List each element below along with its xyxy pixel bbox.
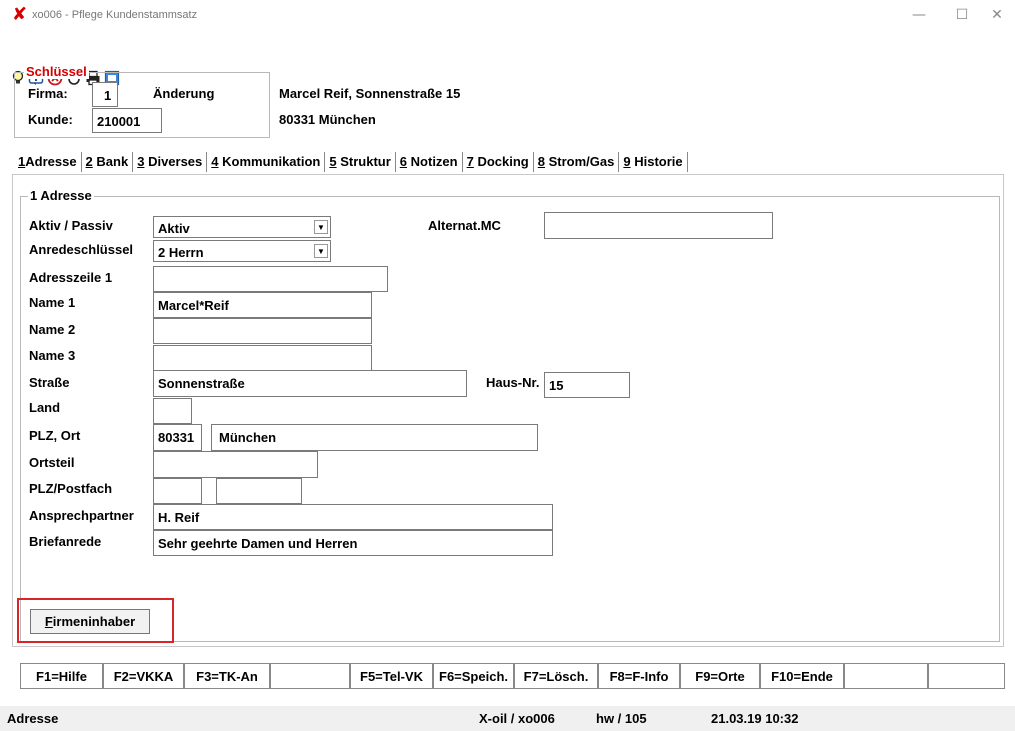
postfach-plz-field[interactable] <box>153 478 202 504</box>
tab-diverses[interactable]: 3 Diverses <box>133 152 208 172</box>
aktiv-passiv-value: Aktiv <box>158 221 190 236</box>
minimize-button[interactable]: — <box>904 4 934 26</box>
chevron-down-icon[interactable]: ▼ <box>314 220 328 234</box>
status-section: Adresse <box>7 711 59 726</box>
briefanrede-field[interactable]: Sehr geehrte Damen und Herren <box>153 530 553 556</box>
anrede-value: 2 Herrn <box>158 245 204 260</box>
f2-vkka-button[interactable]: F2=VKKA <box>103 663 184 689</box>
f9-orte-button[interactable]: F9=Orte <box>680 663 760 689</box>
alternat-mc-label: Alternat.MC <box>428 218 501 233</box>
name2-field[interactable] <box>153 318 372 344</box>
ortsteil-label: Ortsteil <box>29 455 75 470</box>
chevron-down-icon[interactable]: ▼ <box>314 244 328 258</box>
land-field[interactable] <box>153 398 192 424</box>
postfach-label: PLZ/Postfach <box>29 481 113 496</box>
window-title: xo006 - Pflege Kundenstammsatz <box>32 9 198 21</box>
f11-empty-button[interactable] <box>844 663 928 689</box>
alternat-mc-field[interactable] <box>544 212 773 239</box>
f10-exit-button[interactable]: F10=Ende <box>760 663 844 689</box>
maximize-button[interactable]: ☐ <box>947 4 977 26</box>
customer-name-address: Marcel Reif, Sonnenstraße 15 <box>279 86 461 101</box>
tab-kommunikation[interactable]: 4 Kommunikation <box>207 152 326 172</box>
f8-info-button[interactable]: F8=F-Info <box>598 663 680 689</box>
anrede-select[interactable]: 2 Herrn ▼ <box>153 240 331 262</box>
aktiv-passiv-label: Aktiv / Passiv <box>29 218 113 233</box>
firma-label: Firma: <box>28 86 68 101</box>
status-user: hw / 105 <box>596 711 647 726</box>
f1-help-button[interactable]: F1=Hilfe <box>20 663 103 689</box>
status-datetime: 21.03.19 10:32 <box>711 711 799 726</box>
tab-struktur[interactable]: 5 Struktur <box>325 152 396 172</box>
tab-strom-gas[interactable]: 8 Strom/Gas <box>534 152 620 172</box>
mode-label: Änderung <box>153 86 215 101</box>
firma-field[interactable]: 1 <box>92 82 118 107</box>
f7-delete-button[interactable]: F7=Lösch. <box>514 663 598 689</box>
aktiv-passiv-select[interactable]: Aktiv ▼ <box>153 216 331 238</box>
tab-adresse[interactable]: 1Adresse <box>18 152 82 172</box>
key-group-legend: Schlüssel <box>24 64 89 79</box>
hausnr-field[interactable]: 15 <box>544 372 630 398</box>
f12-empty-button[interactable] <box>928 663 1005 689</box>
postfach-nr-field[interactable] <box>216 478 302 504</box>
name2-label: Name 2 <box>29 322 76 337</box>
f3-tk-an-button[interactable]: F3=TK-An <box>184 663 270 689</box>
name1-field[interactable]: Marcel*Reif <box>153 292 372 318</box>
status-program: X-oil / xo006 <box>479 711 555 726</box>
land-label: Land <box>29 400 61 415</box>
f4-empty-button[interactable] <box>270 663 350 689</box>
strasse-label: Straße <box>29 375 70 390</box>
anrede-label: Anredeschlüssel <box>29 242 134 257</box>
ortsteil-field[interactable] <box>153 451 318 478</box>
hausnr-label: Haus-Nr. <box>486 375 540 390</box>
tab-docking[interactable]: 7 Docking <box>463 152 534 172</box>
tab-historie[interactable]: 9 Historie <box>619 152 688 172</box>
ansprechpartner-label: Ansprechpartner <box>29 508 134 523</box>
f6-save-button[interactable]: F6=Speich. <box>433 663 514 689</box>
ort-field[interactable]: München <box>211 424 538 451</box>
tab-bar: 1Adresse 2 Bank 3 Diverses 4 Kommunikati… <box>18 151 688 173</box>
app-logo-icon: ✘ <box>12 4 28 25</box>
ansprechpartner-field[interactable]: H. Reif <box>153 504 553 530</box>
toolbar <box>0 32 200 86</box>
adresszeile-field[interactable] <box>153 266 388 292</box>
name3-label: Name 3 <box>29 348 76 363</box>
name1-label: Name 1 <box>29 295 76 310</box>
f5-tel-vk-button[interactable]: F5=Tel-VK <box>350 663 433 689</box>
kunde-label: Kunde: <box>28 112 73 127</box>
plz-field[interactable]: 80331 <box>153 424 202 451</box>
briefanrede-label: Briefanrede <box>29 534 102 549</box>
strasse-field[interactable]: Sonnenstraße <box>153 370 467 397</box>
kunde-field[interactable]: 210001 <box>92 108 162 133</box>
tab-notizen[interactable]: 6 Notizen <box>396 152 463 172</box>
close-button[interactable]: ✕ <box>982 4 1012 26</box>
address-group-legend: 1 Adresse <box>28 188 94 203</box>
name3-field[interactable] <box>153 345 372 371</box>
firmeninhaber-button[interactable]: Firmeninhaber <box>30 609 150 634</box>
title-bar: ✘ xo006 - Pflege Kundenstammsatz — ☐ ✕ <box>0 0 1015 30</box>
tab-bank[interactable]: 2 Bank <box>82 152 134 172</box>
plz-ort-label: PLZ, Ort <box>29 428 81 443</box>
customer-city: 80331 München <box>279 112 376 127</box>
adresszeile-label: Adresszeile 1 <box>29 270 113 285</box>
